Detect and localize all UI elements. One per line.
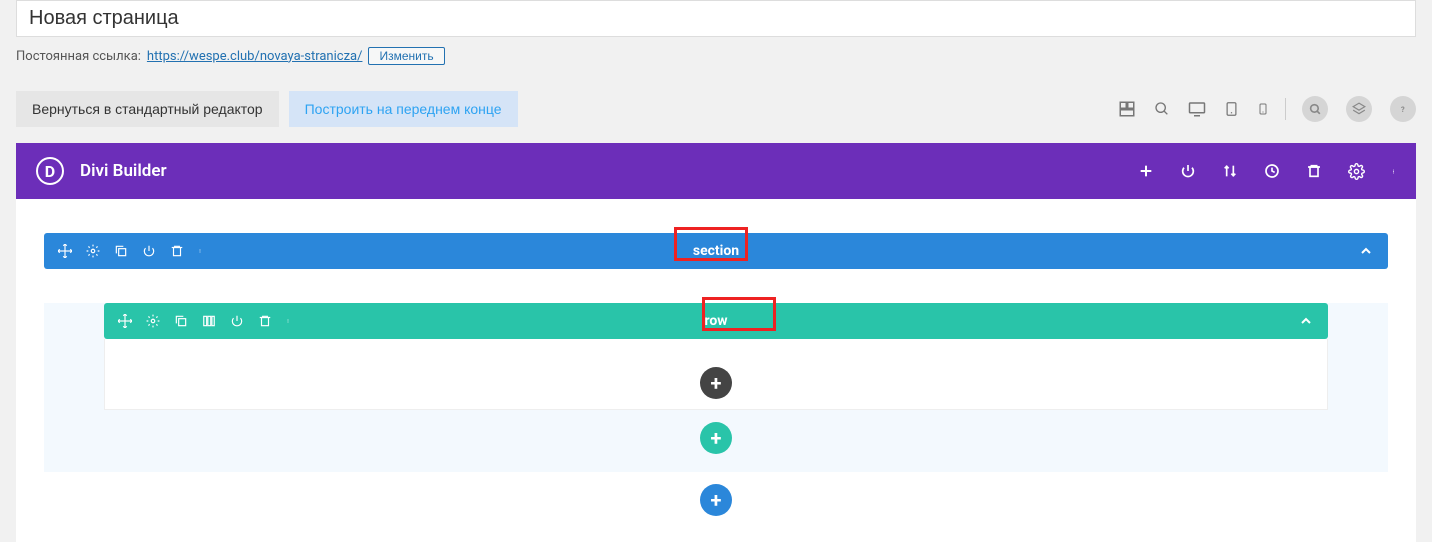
permalink-label: Постоянная ссылка: xyxy=(16,49,141,64)
layers-icon[interactable] xyxy=(1346,96,1372,122)
history-icon[interactable] xyxy=(1264,163,1280,179)
page-title-input[interactable] xyxy=(16,0,1416,37)
gear-icon[interactable] xyxy=(146,314,160,328)
power-icon[interactable] xyxy=(1180,163,1196,179)
trash-icon[interactable] xyxy=(1306,163,1322,179)
duplicate-icon[interactable] xyxy=(114,244,128,258)
sliders-icon[interactable] xyxy=(1222,163,1238,179)
builder-title: Divi Builder xyxy=(80,161,1138,181)
permalink-row: Постоянная ссылка: https://wespe.club/no… xyxy=(0,37,1432,65)
columns-icon[interactable] xyxy=(202,314,216,328)
divi-logo-icon: D xyxy=(36,157,64,185)
toolbar-divider xyxy=(1285,98,1286,120)
row-label: row xyxy=(704,313,727,329)
more-icon[interactable] xyxy=(198,244,202,258)
tablet-view-icon[interactable] xyxy=(1224,100,1239,118)
permalink-link[interactable]: https://wespe.club/novaya-stranicza/ xyxy=(147,49,363,64)
power-icon[interactable] xyxy=(142,244,156,258)
add-icon[interactable] xyxy=(1138,163,1154,179)
desktop-view-icon[interactable] xyxy=(1188,100,1206,118)
gear-icon[interactable] xyxy=(1348,163,1365,180)
section-label: section xyxy=(693,243,739,259)
duplicate-icon[interactable] xyxy=(174,314,188,328)
section-bar[interactable]: section xyxy=(44,233,1388,269)
move-icon[interactable] xyxy=(118,314,132,328)
add-row-button[interactable]: + xyxy=(700,422,732,454)
search-icon[interactable] xyxy=(1302,96,1328,122)
phone-view-icon[interactable] xyxy=(1257,100,1269,118)
return-standard-editor-button[interactable]: Вернуться в стандартный редактор xyxy=(16,91,279,127)
add-module-button[interactable]: + xyxy=(700,367,732,399)
svg-text:?: ? xyxy=(1401,105,1405,114)
permalink-edit-button[interactable]: Изменить xyxy=(368,47,444,65)
build-frontend-button[interactable]: Построить на переднем конце xyxy=(289,91,518,127)
collapse-row-icon[interactable] xyxy=(1298,313,1314,329)
move-icon[interactable] xyxy=(58,244,72,258)
row-content-area: + xyxy=(104,339,1328,410)
builder-header: D Divi Builder xyxy=(16,143,1416,199)
trash-icon[interactable] xyxy=(170,244,184,258)
row-bar[interactable]: row xyxy=(104,303,1328,339)
trash-icon[interactable] xyxy=(258,314,272,328)
collapse-section-icon[interactable] xyxy=(1358,243,1374,259)
power-icon[interactable] xyxy=(230,314,244,328)
help-icon[interactable]: ? xyxy=(1390,96,1416,122)
wireframe-view-icon[interactable] xyxy=(1118,100,1136,118)
zoom-view-icon[interactable] xyxy=(1154,101,1170,117)
gear-icon[interactable] xyxy=(86,244,100,258)
add-section-button[interactable]: + xyxy=(700,484,732,516)
more-icon[interactable] xyxy=(286,314,290,328)
more-icon[interactable] xyxy=(1391,163,1396,180)
